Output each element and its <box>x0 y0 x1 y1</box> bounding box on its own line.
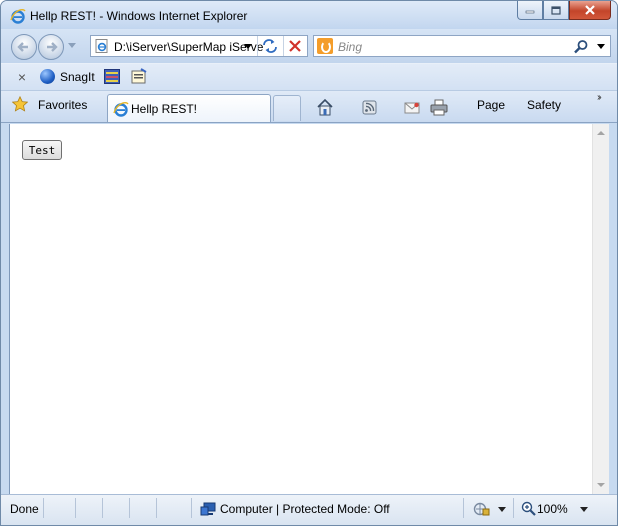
favorites-tab-row: Favorites Hellp REST! Page Safety ›› <box>1 91 617 197</box>
zoom-dropdown-icon[interactable] <box>580 507 588 512</box>
recent-pages-dropdown-icon[interactable] <box>68 43 76 48</box>
refresh-icon[interactable] <box>261 38 279 54</box>
ie-logo-icon <box>10 9 26 24</box>
vertical-scrollbar[interactable] <box>592 124 609 494</box>
address-input[interactable]: D:\iServer\SuperMap iServer <box>114 40 264 54</box>
address-box[interactable]: D:\iServer\SuperMap iServer <box>90 35 308 57</box>
close-toolbar-icon[interactable]: × <box>15 68 29 86</box>
tab-hellp-rest[interactable]: Hellp REST! <box>107 94 271 122</box>
browser-window: Hellp REST! - Windows Internet Explorer <box>0 0 618 526</box>
safety-menu[interactable]: Safety <box>527 98 561 112</box>
status-separator <box>43 498 44 518</box>
capture-edit-icon[interactable] <box>131 68 147 84</box>
search-box[interactable]: Bing <box>313 35 611 57</box>
close-icon <box>585 5 595 15</box>
protected-mode-icon[interactable] <box>473 501 491 517</box>
snagit-toolbar: × SnagIt <box>1 63 617 91</box>
forward-button[interactable] <box>38 34 64 60</box>
caption-buttons <box>517 1 611 21</box>
bing-icon <box>317 38 333 54</box>
status-separator <box>75 498 76 518</box>
zoom-icon[interactable] <box>521 501 536 516</box>
scroll-up-icon[interactable] <box>597 131 605 135</box>
address-separator-2 <box>283 36 284 56</box>
capture-window-icon[interactable] <box>104 69 120 84</box>
ie-page-icon <box>95 39 108 53</box>
print-icon[interactable] <box>430 97 448 117</box>
window-title: Hellp REST! - Windows Internet Explorer <box>30 9 248 23</box>
page-menu[interactable]: Page <box>477 98 505 112</box>
address-separator <box>257 36 258 56</box>
maximize-icon <box>551 5 561 15</box>
search-icon[interactable] <box>573 39 589 55</box>
favorites-label: Favorites <box>38 98 88 112</box>
back-button[interactable] <box>11 34 37 60</box>
status-bar: Done Computer | Protected Mode: Off 100% <box>1 494 617 525</box>
status-separator <box>129 498 130 518</box>
home-icon[interactable] <box>316 97 334 117</box>
status-separator <box>513 498 514 518</box>
security-zone-text[interactable]: Computer | Protected Mode: Off <box>220 502 390 516</box>
minimize-button[interactable] <box>517 1 543 20</box>
address-row: D:\iServer\SuperMap iServer Bing <box>1 29 617 63</box>
search-input[interactable]: Bing <box>338 40 362 54</box>
zoom-level[interactable]: 100% <box>537 502 568 516</box>
new-tab-button[interactable] <box>273 95 301 121</box>
chevron-more-icon[interactable]: ›› <box>597 92 601 103</box>
computer-zone-icon <box>200 502 216 516</box>
favorites-button[interactable]: Favorites <box>7 94 103 118</box>
snagit-icon[interactable] <box>40 69 55 84</box>
tab-title: Hellp REST! <box>131 102 198 116</box>
snagit-button[interactable]: SnagIt <box>60 70 95 84</box>
status-separator <box>191 498 192 518</box>
feeds-icon[interactable] <box>362 97 378 117</box>
read-mail-icon[interactable] <box>404 97 420 117</box>
status-separator <box>156 498 157 518</box>
address-dropdown-icon[interactable] <box>244 44 252 49</box>
forward-arrow-icon <box>47 42 58 52</box>
favorites-star-icon <box>12 96 28 112</box>
status-separator <box>463 498 464 518</box>
back-arrow-icon <box>17 42 28 52</box>
scroll-down-icon[interactable] <box>597 483 605 487</box>
title-bar[interactable]: Hellp REST! - Windows Internet Explorer <box>1 1 617 29</box>
ie-logo-icon <box>113 102 129 117</box>
protected-mode-dropdown-icon[interactable] <box>498 507 506 512</box>
status-text: Done <box>10 502 39 516</box>
search-options-dropdown-icon[interactable] <box>597 44 605 49</box>
minimize-icon <box>525 10 535 14</box>
test-button[interactable]: Test <box>22 140 62 160</box>
stop-icon[interactable] <box>287 38 303 54</box>
page-content: Test <box>9 124 609 494</box>
close-window-button[interactable] <box>569 1 611 20</box>
maximize-button[interactable] <box>543 1 569 20</box>
status-separator <box>102 498 103 518</box>
